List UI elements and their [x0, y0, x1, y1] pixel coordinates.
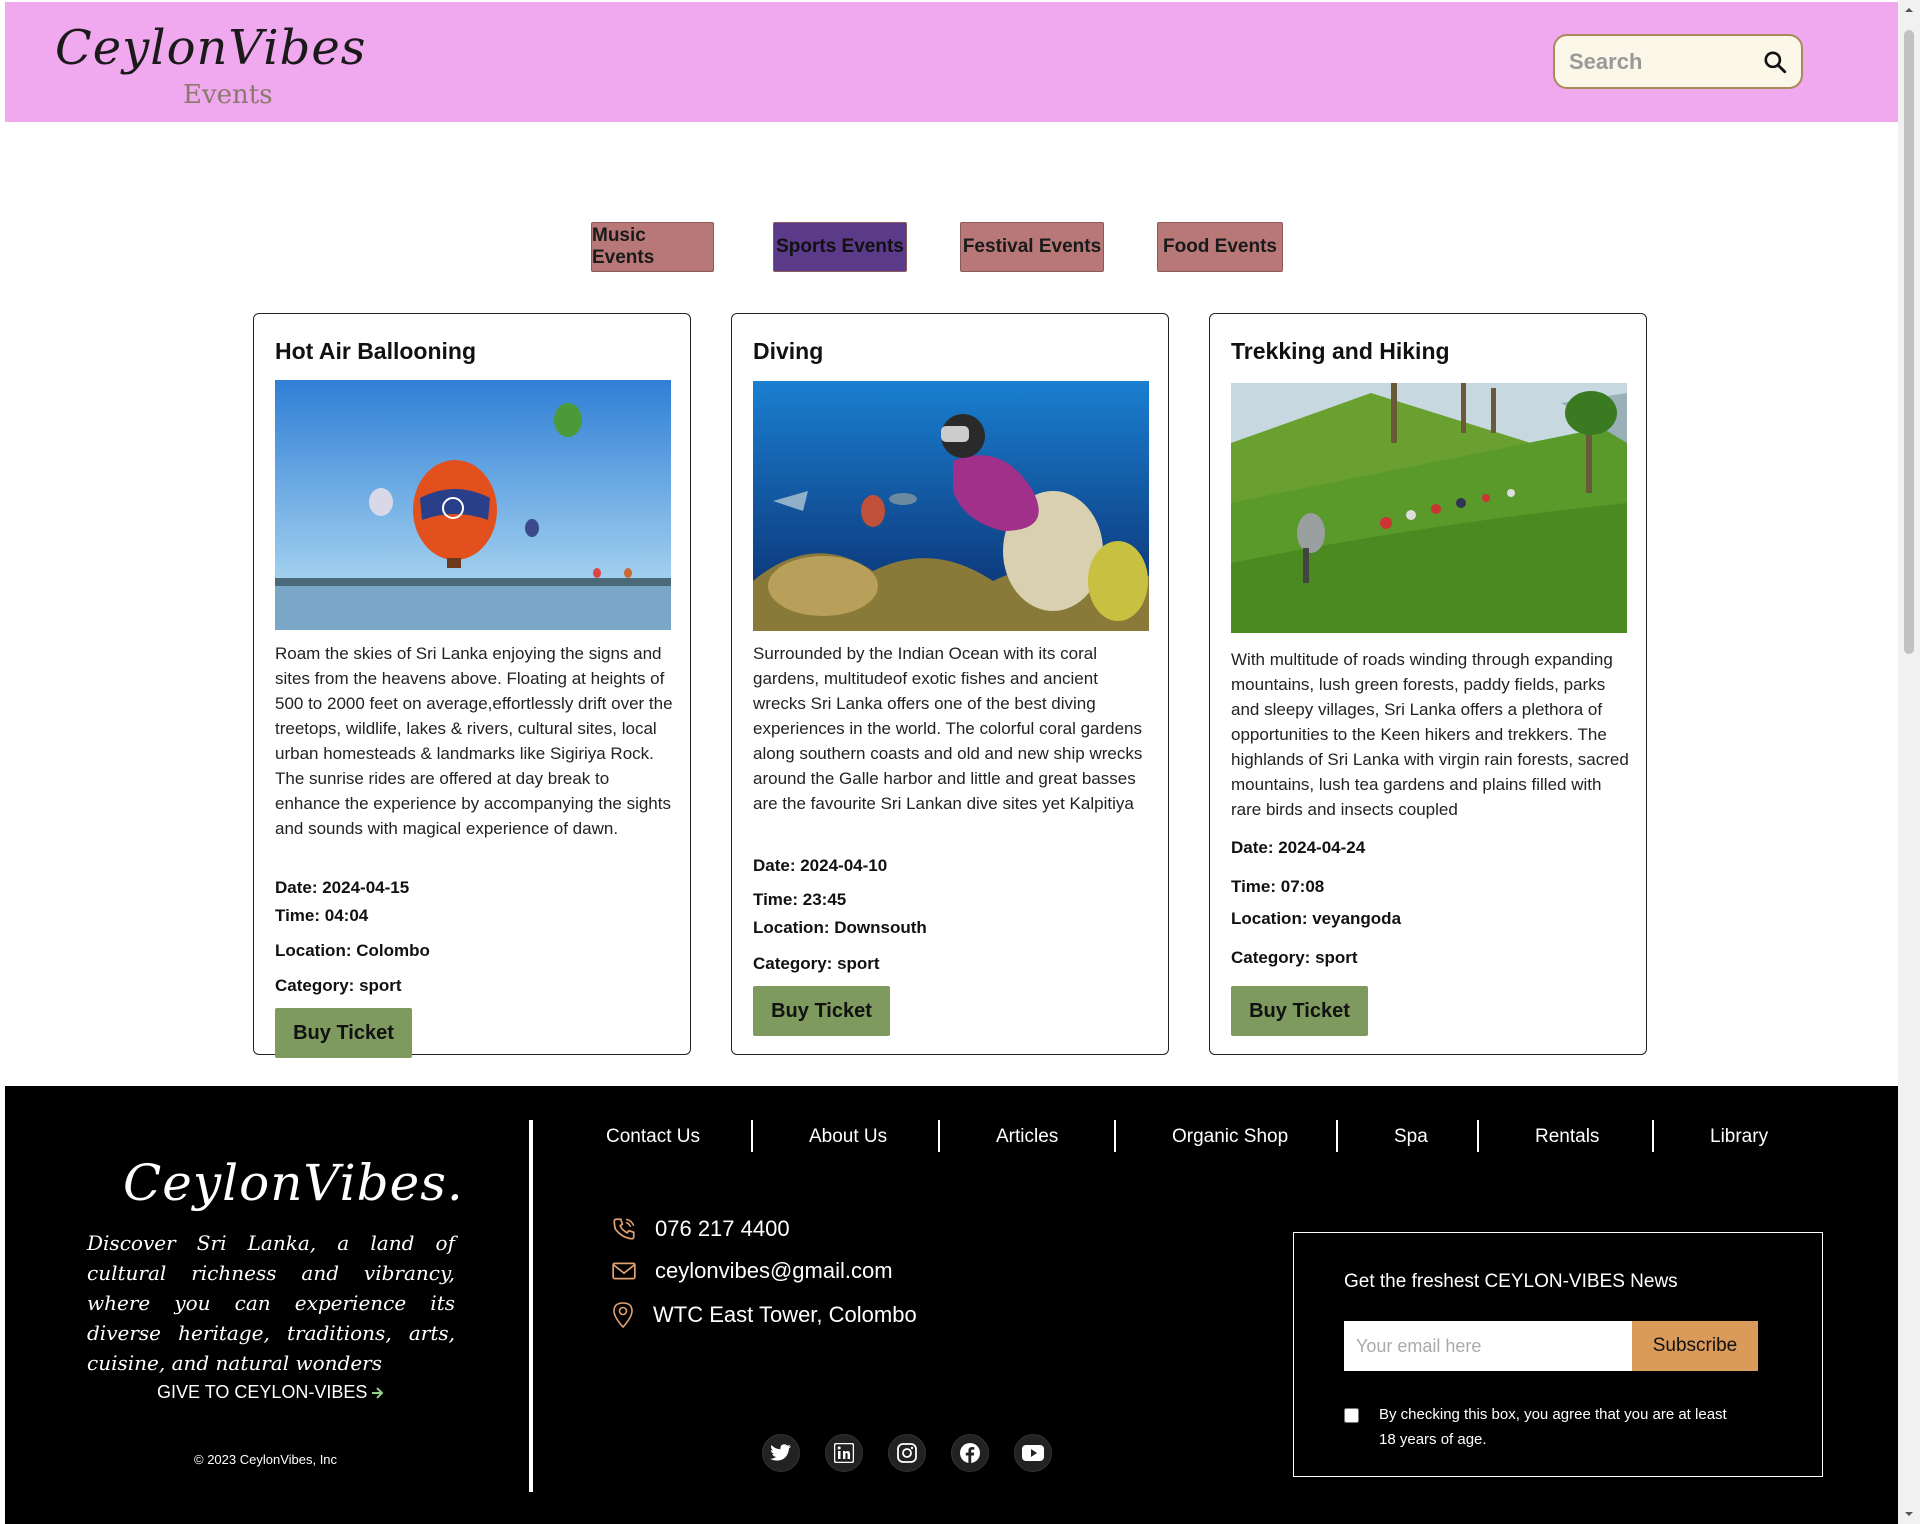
age-consent-checkbox[interactable] — [1344, 1408, 1359, 1423]
tab-music-events[interactable]: Music Events — [591, 222, 714, 272]
subscribe-button[interactable]: Subscribe — [1632, 1321, 1758, 1371]
twitter-icon[interactable] — [762, 1434, 800, 1472]
footer-nav-contact-us[interactable]: Contact Us — [606, 1126, 700, 1148]
nav-separator — [751, 1120, 753, 1152]
arrow-right-icon — [372, 1386, 384, 1399]
site-header: CeylonVibes Events — [5, 2, 1898, 122]
footer-nav-articles[interactable]: Articles — [996, 1126, 1058, 1148]
page: CeylonVibes Events Music Events Sports E… — [5, 0, 1898, 1524]
event-category-tabs: Music Events Sports Events Festival Even… — [5, 222, 1898, 274]
facebook-icon[interactable] — [951, 1434, 989, 1472]
nav-separator — [1652, 1120, 1654, 1152]
nav-separator — [938, 1120, 940, 1152]
scrollbar-thumb[interactable] — [1904, 30, 1914, 654]
event-date: Date: 2024-04-10 — [753, 856, 888, 875]
footer-nav-about-us[interactable]: About Us — [809, 1126, 887, 1148]
linkedin-icon[interactable] — [825, 1434, 863, 1472]
give-link[interactable]: GIVE TO CEYLON-VIBES — [157, 1382, 385, 1403]
footer-nav-library[interactable]: Library — [1710, 1126, 1768, 1148]
footer-tagline: Discover Sri Lanka, a land of cultural r… — [87, 1231, 455, 1375]
event-card: Hot Air Ballooning Roam the skies of Sri… — [253, 313, 691, 1058]
footer-divider — [529, 1120, 533, 1492]
scroll-up-arrow-icon[interactable] — [1903, 4, 1915, 16]
event-description: With multitude of roads winding through … — [1231, 650, 1629, 819]
newsletter-email-input[interactable] — [1344, 1321, 1634, 1371]
buy-ticket-button[interactable]: Buy Ticket — [1231, 986, 1368, 1036]
logo-subtitle: Events — [183, 80, 273, 110]
event-category: Category: sport — [1231, 948, 1358, 967]
newsletter-title: Get the freshest CEYLON-VIBES News — [1344, 1271, 1678, 1292]
site-footer: CeylonVibes. Discover Sri Lanka, a land … — [5, 1086, 1898, 1524]
event-title: Diving — [753, 338, 824, 364]
event-title: Trekking and Hiking — [1231, 338, 1450, 364]
search-box — [1553, 34, 1803, 89]
event-time: Time: 04:04 — [275, 906, 369, 925]
event-time: Time: 07:08 — [1231, 877, 1325, 896]
tab-festival-events[interactable]: Festival Events — [960, 222, 1104, 272]
event-image — [275, 380, 671, 630]
age-consent-label: By checking this box, you agree that you… — [1379, 1406, 1727, 1448]
event-time: Time: 23:45 — [753, 890, 847, 909]
footer-nav-spa[interactable]: Spa — [1394, 1126, 1428, 1148]
give-link-label: GIVE TO CEYLON-VIBES — [157, 1382, 368, 1402]
instagram-icon[interactable] — [888, 1434, 926, 1472]
newsletter-box: Get the freshest CEYLON-VIBES News Subsc… — [1293, 1232, 1823, 1477]
phone-number: 076 217 4400 — [655, 1216, 790, 1241]
event-title: Hot Air Ballooning — [275, 338, 477, 364]
search-input[interactable] — [1569, 44, 1749, 80]
tab-food-events[interactable]: Food Events — [1157, 222, 1283, 272]
event-date: Date: 2024-04-15 — [275, 878, 410, 897]
copyright: © 2023 CeylonVibes, Inc — [194, 1452, 338, 1467]
location-pin-icon — [613, 1302, 633, 1329]
event-card: Trekking and Hiking With multitude of ro… — [1209, 313, 1647, 1055]
phone-icon — [613, 1218, 635, 1240]
footer-logo[interactable]: CeylonVibes. — [123, 1154, 464, 1212]
event-description: Surrounded by the Indian Ocean with its … — [753, 644, 1143, 813]
footer-nav-organic-shop[interactable]: Organic Shop — [1172, 1126, 1288, 1148]
event-category: Category: sport — [753, 954, 880, 973]
buy-ticket-button[interactable]: Buy Ticket — [753, 986, 890, 1036]
youtube-icon[interactable] — [1014, 1434, 1052, 1472]
event-location: Location: Downsouth — [753, 918, 927, 937]
address: WTC East Tower, Colombo — [653, 1302, 917, 1327]
contact-email[interactable]: ceylonvibes@gmail.com — [611, 1258, 893, 1284]
event-location: Location: veyangoda — [1231, 909, 1402, 928]
buy-ticket-button[interactable]: Buy Ticket — [275, 1008, 412, 1058]
event-description: Roam the skies of Sri Lanka enjoying the… — [275, 644, 673, 838]
mail-icon — [612, 1262, 636, 1280]
contact-phone[interactable]: 076 217 4400 — [611, 1216, 790, 1242]
nav-separator — [1477, 1120, 1479, 1152]
footer-nav-rentals[interactable]: Rentals — [1535, 1126, 1599, 1148]
event-image — [1231, 383, 1627, 633]
nav-separator — [1114, 1120, 1116, 1152]
logo-main[interactable]: CeylonVibes — [55, 20, 366, 76]
scroll-down-arrow-icon[interactable] — [1903, 1508, 1915, 1520]
event-card: Diving Surrounded by the Indian Ocean wi… — [731, 313, 1169, 1055]
event-category: Category: sport — [275, 976, 402, 995]
event-location: Location: Colombo — [275, 941, 430, 960]
nav-separator — [1336, 1120, 1338, 1152]
event-date: Date: 2024-04-24 — [1231, 838, 1366, 857]
email-address: ceylonvibes@gmail.com — [655, 1258, 893, 1283]
tab-sports-events[interactable]: Sports Events — [773, 222, 907, 272]
event-image — [753, 381, 1149, 631]
search-icon[interactable] — [1762, 49, 1788, 75]
contact-address[interactable]: WTC East Tower, Colombo — [611, 1301, 917, 1329]
